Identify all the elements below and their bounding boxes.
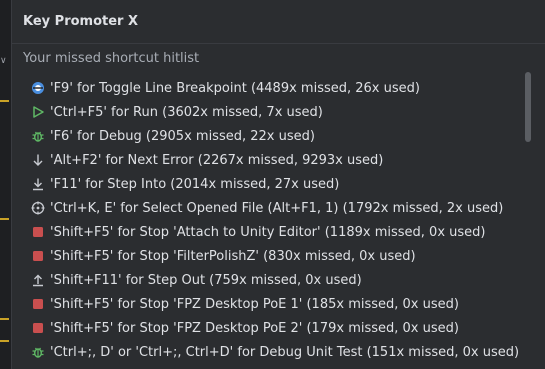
hitlist-item-label: 'Shift+F5' for Stop 'FPZ Desktop PoE 2' …: [50, 320, 459, 336]
hitlist-item[interactable]: 'Shift+F5' for Stop 'FPZ Desktop PoE 2' …: [12, 316, 545, 340]
hitlist-item[interactable]: 'Shift+F5' for Stop 'Attach to Unity Edi…: [12, 220, 545, 244]
hitlist-item[interactable]: 'F6' for Debug (2905x missed, 22x used): [12, 124, 545, 148]
hitlist-item-label: 'F6' for Debug (2905x missed, 22x used): [50, 128, 315, 144]
step-into-icon: [31, 177, 45, 191]
hitlist-item-label: 'Ctrl+F5' for Run (3602x missed, 7x used…: [50, 104, 323, 120]
hitlist-item[interactable]: 'Ctrl+;, D' or 'Ctrl+;, Ctrl+D' for Debu…: [12, 340, 545, 364]
gutter-marker: [0, 100, 9, 102]
hitlist-item-label: 'Shift+F5' for Stop 'Attach to Unity Edi…: [50, 224, 486, 240]
hitlist: 'F9' for Toggle Line Breakpoint (4489x m…: [12, 76, 545, 364]
stop-icon: [31, 321, 45, 335]
toggle-breakpoint-icon: [31, 81, 45, 95]
debug-icon: [31, 129, 45, 143]
step-out-icon: [31, 273, 45, 287]
editor-gutter-strip: ∨: [0, 0, 11, 369]
gutter-marker: [0, 318, 9, 320]
hitlist-item-label: 'Shift+F11' for Step Out (759x missed, 0…: [50, 272, 362, 288]
key-promoter-panel: Key Promoter X Your missed shortcut hitl…: [11, 0, 545, 369]
stop-icon: [31, 249, 45, 263]
hitlist-item-label: 'Alt+F2' for Next Error (2267x missed, 9…: [50, 152, 384, 168]
debug-unit-test-icon: [31, 345, 45, 359]
hitlist-item[interactable]: 'Shift+F5' for Stop 'FilterPolishZ' (830…: [12, 244, 545, 268]
panel-titlebar: Key Promoter X: [12, 0, 545, 44]
chevron-down-icon: ∨: [0, 56, 7, 66]
panel-title: Key Promoter X: [23, 14, 139, 29]
hitlist-item[interactable]: 'Shift+F5' for Stop 'FPZ Desktop PoE 1' …: [12, 292, 545, 316]
hitlist-item[interactable]: 'Alt+F2' for Next Error (2267x missed, 9…: [12, 148, 545, 172]
hitlist-heading: Your missed shortcut hitlist: [23, 50, 200, 66]
hitlist-item[interactable]: 'Ctrl+F5' for Run (3602x missed, 7x used…: [12, 100, 545, 124]
select-opened-file-icon: [31, 201, 45, 215]
stop-icon: [31, 225, 45, 239]
hitlist-item-label: 'F11' for Step Into (2014x missed, 27x u…: [50, 176, 340, 192]
hitlist-item-label: 'Shift+F5' for Stop 'FilterPolishZ' (830…: [50, 248, 416, 264]
next-error-icon: [31, 153, 45, 167]
hitlist-item[interactable]: 'Shift+F11' for Step Out (759x missed, 0…: [12, 268, 545, 292]
hitlist-item[interactable]: 'F9' for Toggle Line Breakpoint (4489x m…: [12, 76, 545, 100]
hitlist-item-label: 'Shift+F5' for Stop 'FPZ Desktop PoE 1' …: [50, 296, 459, 312]
gutter-marker: [0, 218, 9, 220]
run-icon: [31, 105, 45, 119]
hitlist-item[interactable]: 'Ctrl+K, E' for Select Opened File (Alt+…: [12, 196, 545, 220]
hitlist-item-label: 'F9' for Toggle Line Breakpoint (4489x m…: [50, 80, 420, 96]
vertical-scrollbar[interactable]: [525, 72, 531, 142]
hitlist-item-label: 'Ctrl+K, E' for Select Opened File (Alt+…: [50, 200, 504, 216]
stop-icon: [31, 297, 45, 311]
hitlist-item-label: 'Ctrl+;, D' or 'Ctrl+;, Ctrl+D' for Debu…: [50, 344, 520, 360]
gutter-marker: [0, 340, 9, 342]
hitlist-item[interactable]: 'F11' for Step Into (2014x missed, 27x u…: [12, 172, 545, 196]
